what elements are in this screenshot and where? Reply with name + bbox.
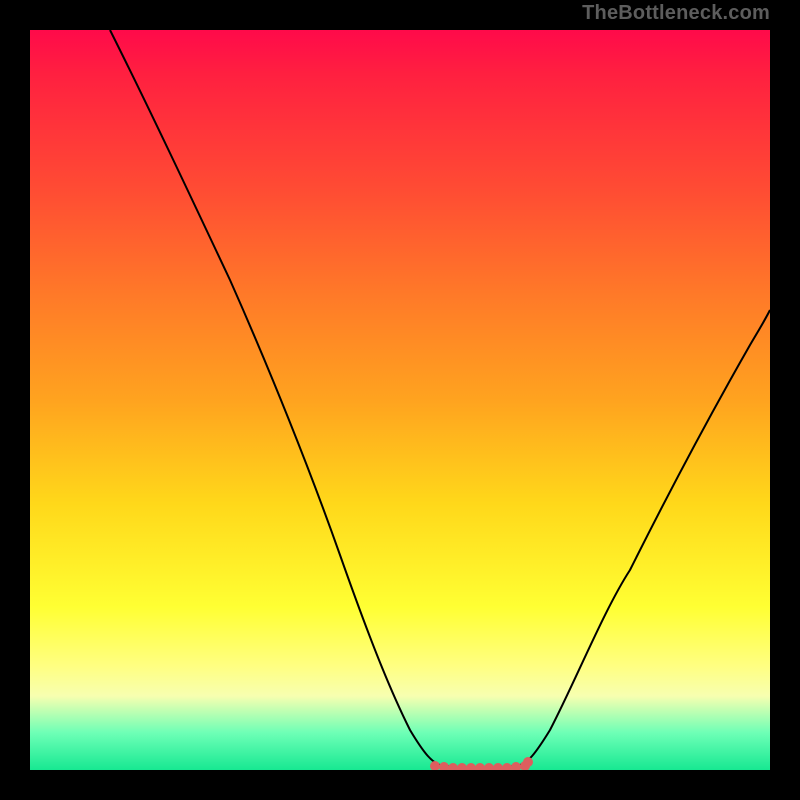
- bottleneck-curve: [110, 30, 770, 768]
- bottleneck-curve-svg: [30, 30, 770, 770]
- chart-frame: TheBottleneck.com: [0, 0, 800, 800]
- watermark-text: TheBottleneck.com: [582, 2, 770, 25]
- flat-region-markers: [430, 757, 533, 770]
- plot-area: [30, 30, 770, 770]
